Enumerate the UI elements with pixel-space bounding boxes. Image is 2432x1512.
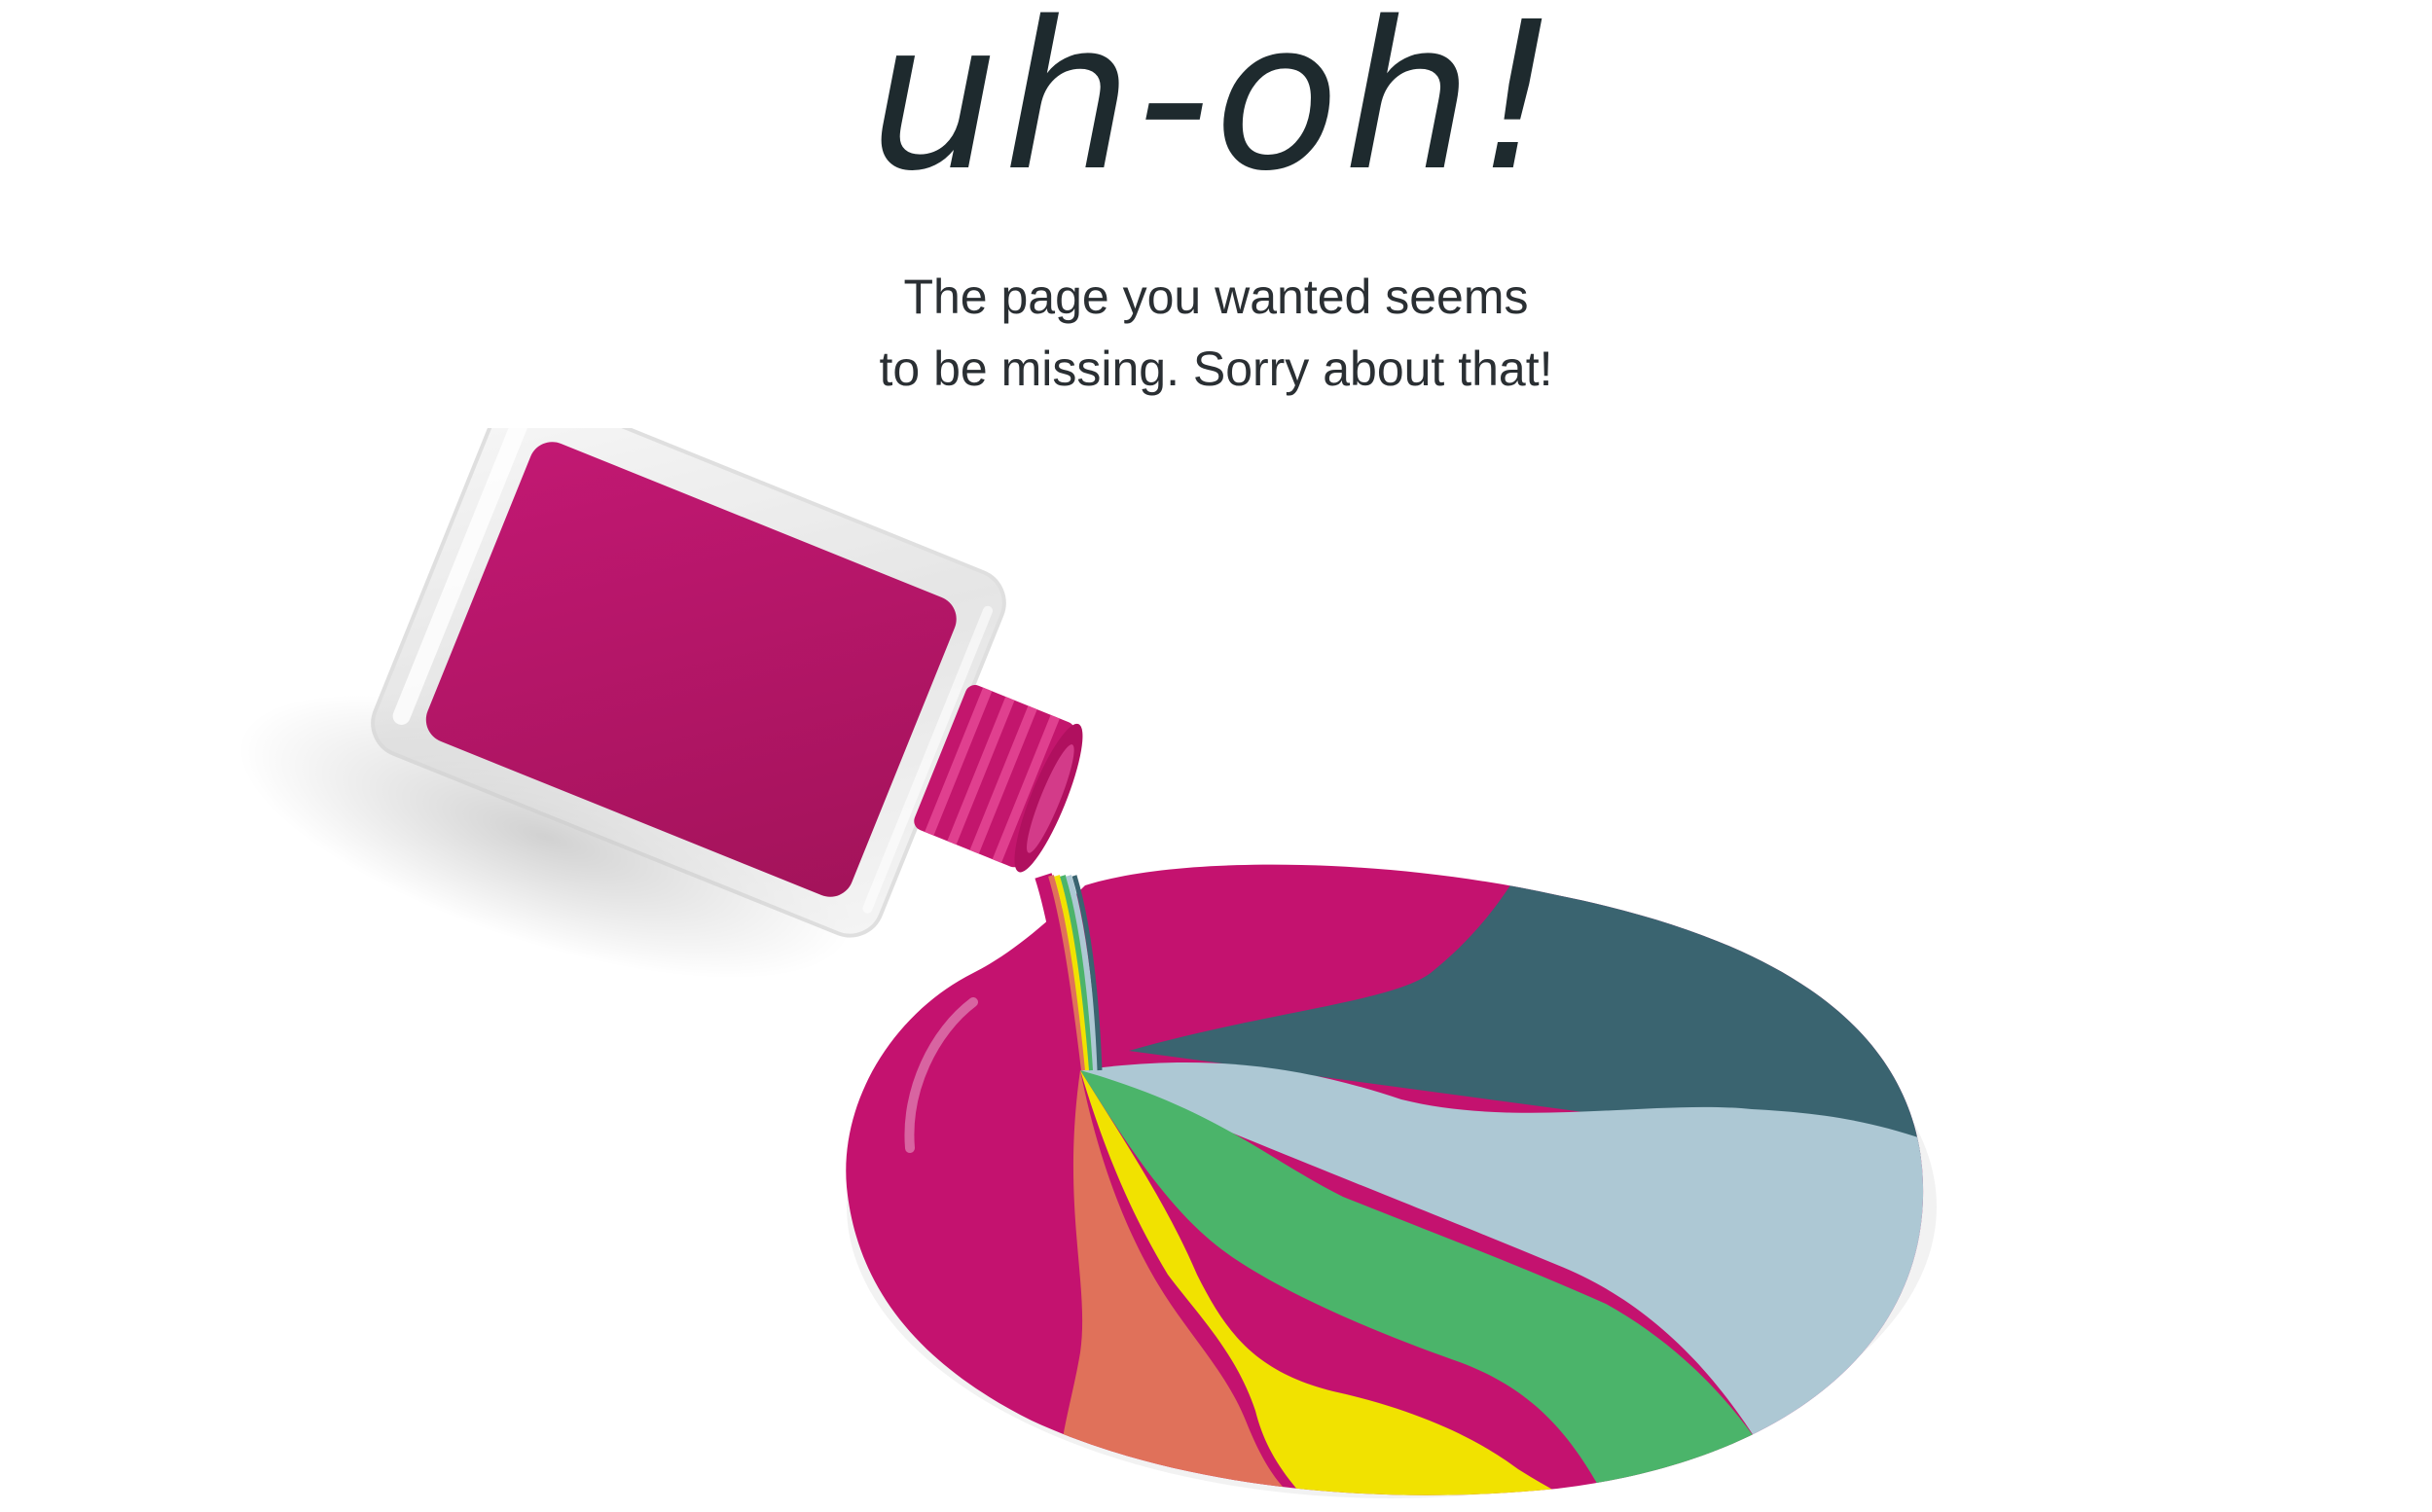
spilled-nail-polish-illustration [237, 428, 1937, 1498]
page-title: uh-oh! [869, 0, 1563, 216]
error-message-line-2: to be missing. Sorry about that! [879, 342, 1553, 396]
error-message: The page you wanted seems to be missing.… [0, 261, 2432, 405]
error-message-line-1: The page you wanted seems [903, 270, 1529, 324]
error-404-page: uh-oh! The page you wanted seems to be m… [0, 0, 2432, 1512]
